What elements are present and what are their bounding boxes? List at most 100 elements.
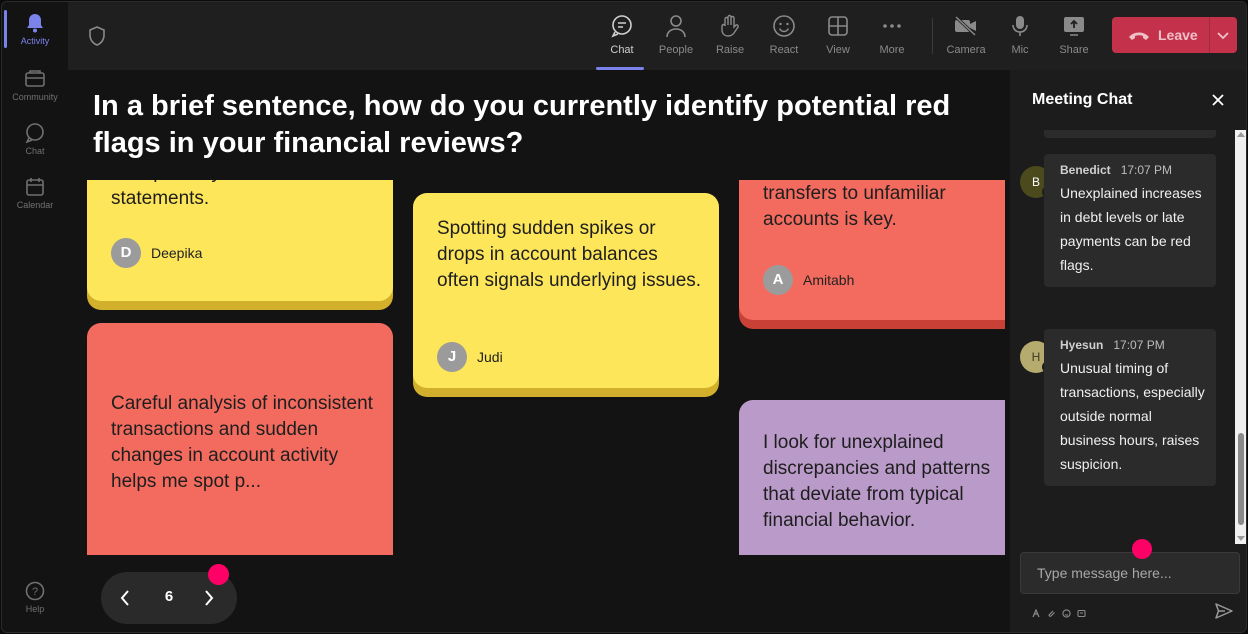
- note-author: J Judi: [437, 342, 503, 372]
- chat-icon: [611, 15, 632, 38]
- chat-scrollbar[interactable]: [1235, 130, 1246, 544]
- mic-icon: [1012, 16, 1028, 36]
- toolbar-raise-label: Raise: [715, 44, 745, 56]
- hang-up-icon: [1128, 29, 1150, 41]
- people-icon: [666, 15, 686, 38]
- left-rail: Activity Community Chat Calendar ? Help: [2, 2, 68, 632]
- chat-message-list: B Benedict 17:07 PM Unexplained increases…: [1010, 130, 1234, 544]
- toolbar-react-label: React: [769, 44, 799, 56]
- rail-item-calendar[interactable]: Calendar: [2, 166, 68, 220]
- toolbar-chat-button[interactable]: Chat: [596, 12, 646, 70]
- toolbar-share-button[interactable]: Share: [1050, 12, 1098, 64]
- meeting-window: Activity Community Chat Calendar ? Help: [1, 1, 1247, 633]
- note-text: transparency in financial statements.: [111, 180, 316, 209]
- leave-divider: [1209, 17, 1210, 53]
- meeting-toolbar: Chat People Raise React View More Camera: [68, 2, 1246, 70]
- chat-icon: [24, 122, 46, 143]
- note-author: A Amitabh: [763, 265, 854, 295]
- author-name: Judi: [477, 349, 503, 365]
- raise-hand-icon: [721, 14, 739, 37]
- toolbar-people-button[interactable]: People: [652, 12, 700, 64]
- rail-item-activity[interactable]: Activity: [2, 2, 68, 56]
- note-card[interactable]: transfers to unfamiliar accounts is key.…: [739, 180, 1005, 320]
- note-card[interactable]: Careful analysis of inconsistent transac…: [87, 323, 393, 555]
- chat-title: Meeting Chat: [1032, 91, 1133, 108]
- cursor-indicator: [208, 564, 229, 585]
- leave-button[interactable]: Leave: [1112, 17, 1237, 53]
- scroll-down-icon[interactable]: [1237, 536, 1245, 541]
- chat-message: Hyesun 17:07 PM Unusual timing of transac…: [1044, 329, 1216, 486]
- toolbar-mic-button[interactable]: Mic: [996, 12, 1044, 64]
- chat-message-text: Unexplained increases in debt levels or …: [1060, 185, 1202, 273]
- send-icon[interactable]: [1214, 602, 1234, 625]
- toolbar-more-button[interactable]: More: [868, 12, 916, 64]
- chevron-down-icon[interactable]: [1216, 29, 1230, 45]
- note-card[interactable]: Spotting sudden spikes or drops in accou…: [413, 193, 719, 388]
- chat-sender: Hyesun: [1060, 338, 1104, 352]
- avatar-initial: H: [1031, 350, 1041, 364]
- toolbar-chat-label: Chat: [610, 44, 634, 56]
- rail-label-calendar: Calendar: [16, 199, 54, 210]
- toolbar-camera-label: Camera: [946, 44, 986, 56]
- note-card[interactable]: I look for unexplained discrepancies and…: [739, 400, 1005, 555]
- avatar-initial: B: [1031, 175, 1040, 189]
- chevron-right-icon[interactable]: [203, 588, 215, 613]
- note-text: Careful analysis of inconsistent transac…: [111, 393, 373, 492]
- share-screen-icon: [1064, 17, 1084, 36]
- grid-view-icon: [828, 16, 848, 36]
- scrollbar-thumb[interactable]: [1238, 433, 1244, 525]
- avatar: J: [437, 342, 467, 372]
- format-icon[interactable]: [1032, 605, 1041, 623]
- chat-message: Benedict 17:07 PM Unexplained increases i…: [1044, 154, 1216, 287]
- toolbar-share-label: Share: [1059, 44, 1089, 56]
- question-title: In a brief sentence, how do you currentl…: [93, 90, 951, 159]
- note-text: Spotting sudden spikes or drops in accou…: [437, 218, 702, 291]
- author-name: Amitabh: [803, 272, 855, 288]
- toolbar-react-button[interactable]: React: [760, 12, 808, 64]
- note-text: I look for unexplained discrepancies and…: [763, 432, 991, 531]
- calendar-icon: [24, 177, 46, 197]
- chat-timestamp: 17:07 PM: [1113, 338, 1165, 352]
- chevron-left-icon[interactable]: [119, 588, 131, 613]
- chat-message-meta: Hyesun 17:07 PM: [1060, 338, 1206, 352]
- toolbar-divider: [932, 18, 933, 54]
- rail-label-activity: Activity: [20, 35, 50, 46]
- camera-off-icon: [954, 15, 977, 37]
- page-number: 6: [164, 588, 174, 605]
- note-card[interactable]: transparency in financial statements. D …: [87, 180, 393, 301]
- svg-text:?: ?: [32, 586, 38, 598]
- avatar: A: [763, 265, 793, 295]
- chat-message-text: Unusual timing of transactions, especial…: [1060, 360, 1205, 472]
- community-icon: [24, 69, 46, 89]
- toolbar-view-label: View: [826, 44, 850, 56]
- toolbar-view-button[interactable]: View: [814, 12, 862, 64]
- author-name: Deepika: [151, 245, 203, 261]
- chat-message-input[interactable]: Type message here...: [1020, 552, 1240, 594]
- note-author: D Deepika: [111, 238, 202, 268]
- rail-item-help[interactable]: ? Help: [2, 570, 68, 624]
- attach-icon[interactable]: [1047, 605, 1056, 623]
- emoji-icon[interactable]: [1062, 605, 1071, 623]
- rail-item-community[interactable]: Community: [2, 58, 68, 112]
- toolbar-more-label: More: [879, 44, 905, 56]
- close-icon[interactable]: [1210, 92, 1226, 113]
- gif-icon[interactable]: [1077, 605, 1086, 623]
- more-dots-icon: [883, 24, 901, 28]
- cursor-indicator: [1132, 539, 1152, 559]
- chat-timestamp: 17:07 PM: [1120, 163, 1173, 177]
- shield-icon[interactable]: [88, 26, 106, 51]
- rail-item-chat[interactable]: Chat: [2, 112, 68, 166]
- note-text: transfers to unfamiliar accounts is key.: [763, 183, 946, 230]
- toolbar-camera-button[interactable]: Camera: [942, 12, 990, 64]
- format-toolbar: [1032, 605, 1086, 623]
- bell-icon: [24, 13, 46, 33]
- chat-panel: Meeting Chat B Benedict 17:07 PM Unexplai…: [1010, 70, 1246, 632]
- toolbar-people-label: People: [658, 44, 694, 56]
- chat-message-meta: Benedict 17:07 PM: [1060, 163, 1206, 177]
- help-icon: ?: [24, 581, 46, 601]
- chat-sender: Benedict: [1060, 163, 1111, 177]
- scroll-up-icon[interactable]: [1237, 132, 1245, 137]
- leave-label: Leave: [1158, 27, 1198, 43]
- toolbar-raise-button[interactable]: Raise: [706, 12, 754, 64]
- smiley-icon: [773, 15, 795, 37]
